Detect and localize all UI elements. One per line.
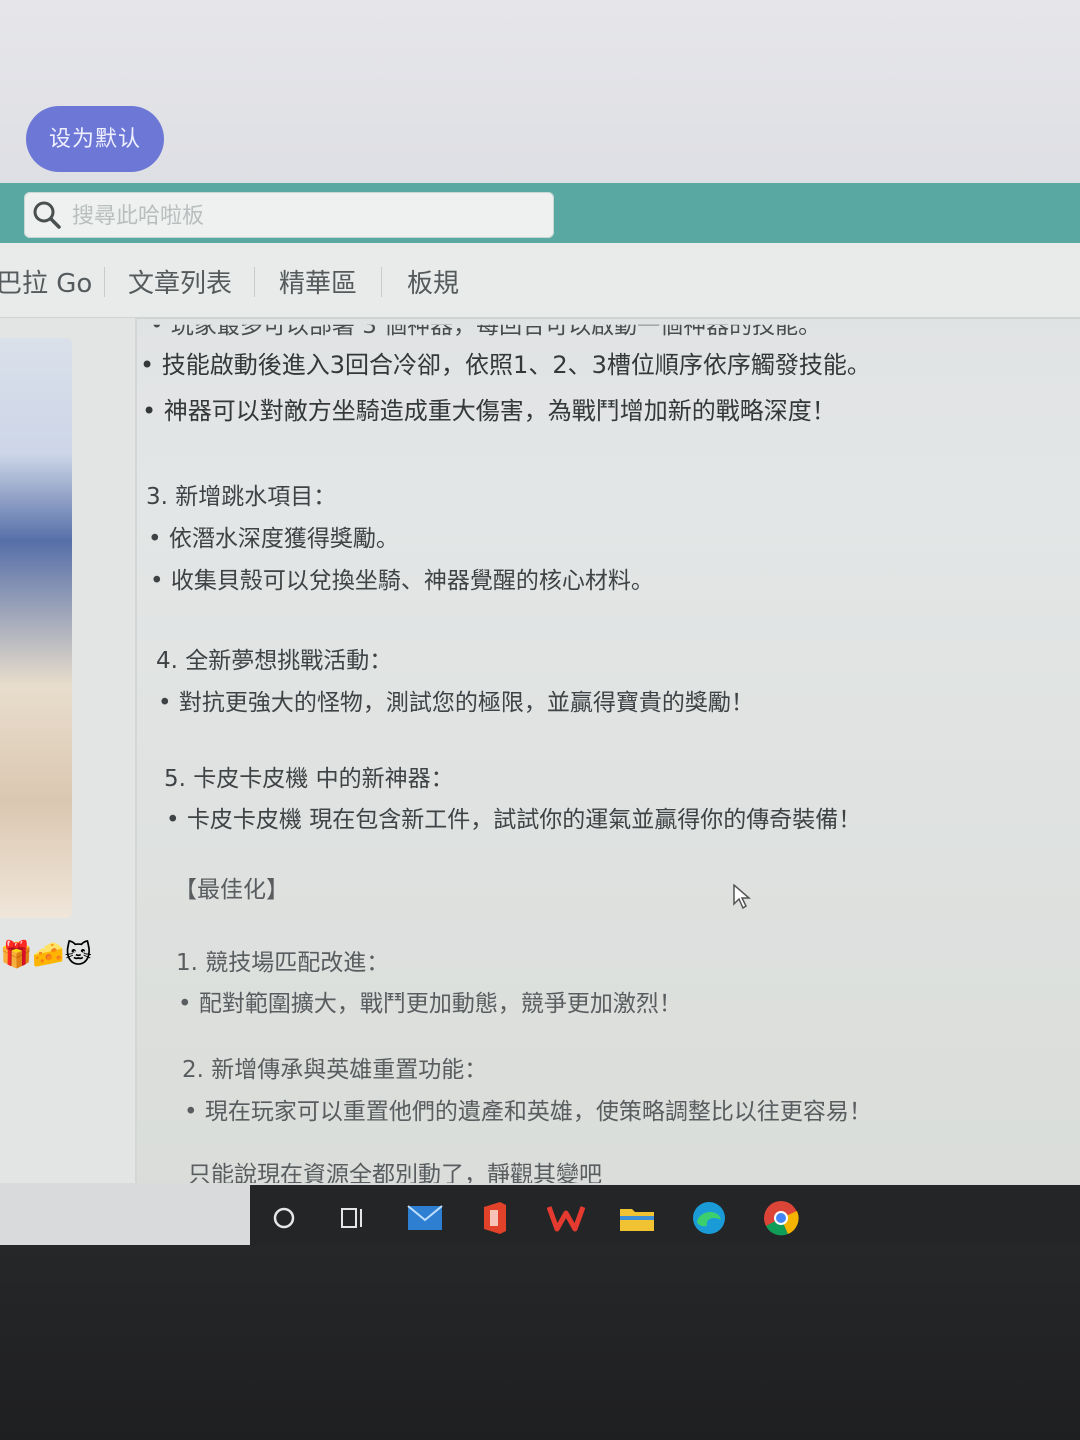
mouse-cursor-icon [733,884,751,910]
search-box[interactable] [24,192,554,238]
nav-divider [381,267,382,297]
article-line: • 現在玩家可以重置他們的遺產和英雄，使策略調整比以往更容易！ [184,1099,872,1125]
search-input[interactable] [70,198,544,234]
article-line-partial: • 玩家最多可以部署 3 個神器，每回合可以啟動一個神器的技能。 [150,313,822,339]
nav-item-highlights[interactable]: 精華區 [279,263,357,300]
article-line: • 收集貝殼可以兌換坐騎、神器覺醒的核心材料。 [150,568,654,594]
chrome-icon[interactable] [759,1196,803,1240]
top-area [0,0,1080,185]
article-body: • 玩家最多可以部署 3 個神器，每回合可以啟動一個神器的技能。 • 技能啟動後… [140,300,1040,1188]
monitor-bezel [0,1245,1080,1440]
section-heading: 3. 新增跳水項目： [146,484,337,510]
section-heading: 5. 卡皮卡皮機 中的新神器： [164,766,454,792]
monitor-screen: 设为默认 巴拉 Go 文章列表 精華區 板規 🎁🧀🐱 • 玩家最多可以部署 3 … [0,0,1080,1245]
mail-icon[interactable] [403,1196,447,1240]
section-heading: 4. 全新夢想挑戰活動： [156,648,393,674]
section-heading: 2. 新增傳承與英雄重置功能： [182,1057,488,1083]
task-view-icon[interactable] [331,1196,375,1240]
left-sidebar: 🎁🧀🐱 [0,318,137,1183]
file-explorer-icon[interactable] [615,1196,659,1240]
edge-icon[interactable] [687,1196,731,1240]
office-icon[interactable] [473,1196,517,1240]
nav-item-bala-go[interactable]: 巴拉 Go [0,263,92,300]
wps-icon[interactable] [544,1196,588,1240]
article-line: • 依潛水深度獲得獎勵。 [148,526,399,552]
sticker-icons: 🎁🧀🐱 [0,940,92,970]
nav-divider [104,267,105,297]
nav-item-board-rules[interactable]: 板規 [407,263,459,300]
article-line: • 神器可以對敵方坐騎造成重大傷害，為戰鬥增加新的戰略深度！ [142,397,836,425]
article-line: • 卡皮卡皮機 現在包含新工件，試試你的運氣並贏得你的傳奇裝備！ [166,807,862,833]
search-circle-icon[interactable] [262,1196,306,1240]
article-line: • 配對範圍擴大，戰鬥更加動態，競爭更加激烈！ [178,991,682,1017]
set-default-button[interactable]: 设为默认 [26,106,164,172]
section-heading: 【最佳化】 [174,877,289,903]
nav-item-article-list[interactable]: 文章列表 [128,263,232,300]
nav-divider [254,267,255,297]
article-line: • 技能啟動後進入3回合冷卻，依照1、2、3槽位順序依序觸發技能。 [140,351,871,379]
section-heading: 1. 競技場匹配改進： [176,950,390,976]
search-icon [33,201,61,229]
article-line: • 對抗更強大的怪物，測試您的極限，並贏得寶貴的獎勵！ [158,690,754,716]
sidebar-banner-image[interactable] [0,338,72,918]
